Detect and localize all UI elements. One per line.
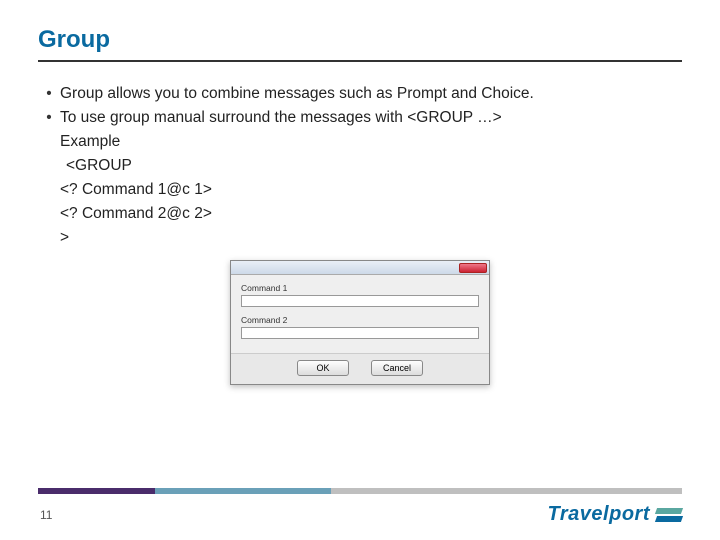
bullet-1: Group allows you to combine messages suc… [60, 82, 682, 106]
code-line-2: <? Command 1@c 1> [38, 178, 682, 202]
bullet-list: • Group allows you to combine messages s… [38, 82, 682, 250]
brand-mark-icon [656, 508, 682, 522]
example-dialog: Command 1 Command 2 OK Cancel [230, 260, 490, 385]
command-1-input[interactable] [241, 295, 479, 307]
code-line-1: <GROUP [38, 154, 682, 178]
page-number: 11 [40, 508, 52, 522]
close-icon[interactable] [459, 263, 487, 273]
bullet-2: To use group manual surround the message… [60, 106, 682, 130]
code-line-3: <? Command 2@c 2> [38, 202, 682, 226]
field-label-2: Command 2 [241, 315, 479, 325]
brand-logo: Travelport [548, 503, 682, 526]
footer-divider [38, 488, 682, 494]
slide-title: Group [38, 26, 682, 62]
ok-button[interactable]: OK [297, 360, 349, 376]
bullet-dot: • [38, 82, 60, 106]
example-label: Example [38, 130, 682, 154]
field-label-1: Command 1 [241, 283, 479, 293]
dialog-titlebar [231, 261, 489, 275]
cancel-button[interactable]: Cancel [371, 360, 423, 376]
brand-name: Travelport [548, 503, 650, 526]
bullet-dot: • [38, 106, 60, 130]
code-line-4: > [38, 226, 682, 250]
command-2-input[interactable] [241, 327, 479, 339]
